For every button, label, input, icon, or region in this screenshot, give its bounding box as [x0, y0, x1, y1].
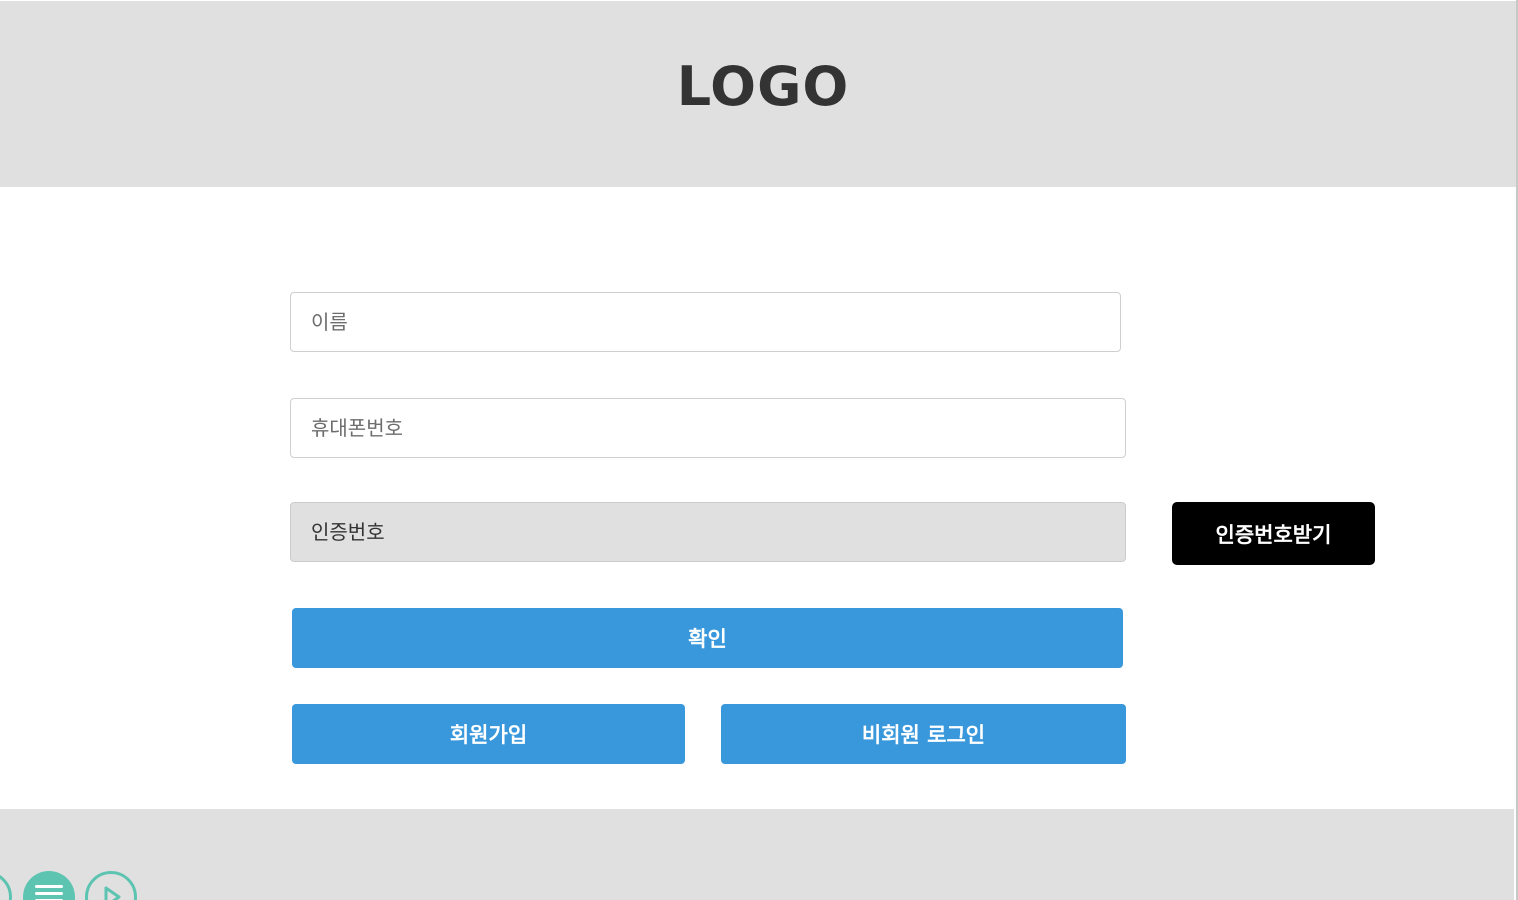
footer — [0, 809, 1514, 900]
confirm-button[interactable]: 확인 — [292, 608, 1123, 668]
circle-icon[interactable] — [0, 871, 12, 900]
phone-input[interactable] — [290, 398, 1126, 458]
page: LOGO 인증번호받기 확인 회원가입 비회원 로그인 — [0, 0, 1518, 900]
request-code-button[interactable]: 인증번호받기 — [1172, 502, 1375, 565]
play-icon[interactable] — [85, 871, 137, 900]
name-input[interactable] — [290, 292, 1121, 352]
logo: LOGO — [676, 54, 850, 118]
guest-login-button[interactable]: 비회원 로그인 — [721, 704, 1126, 764]
verification-code-input[interactable] — [290, 502, 1126, 562]
signup-button[interactable]: 회원가입 — [292, 704, 685, 764]
header: LOGO — [0, 1, 1516, 187]
menu-icon[interactable] — [23, 871, 75, 900]
